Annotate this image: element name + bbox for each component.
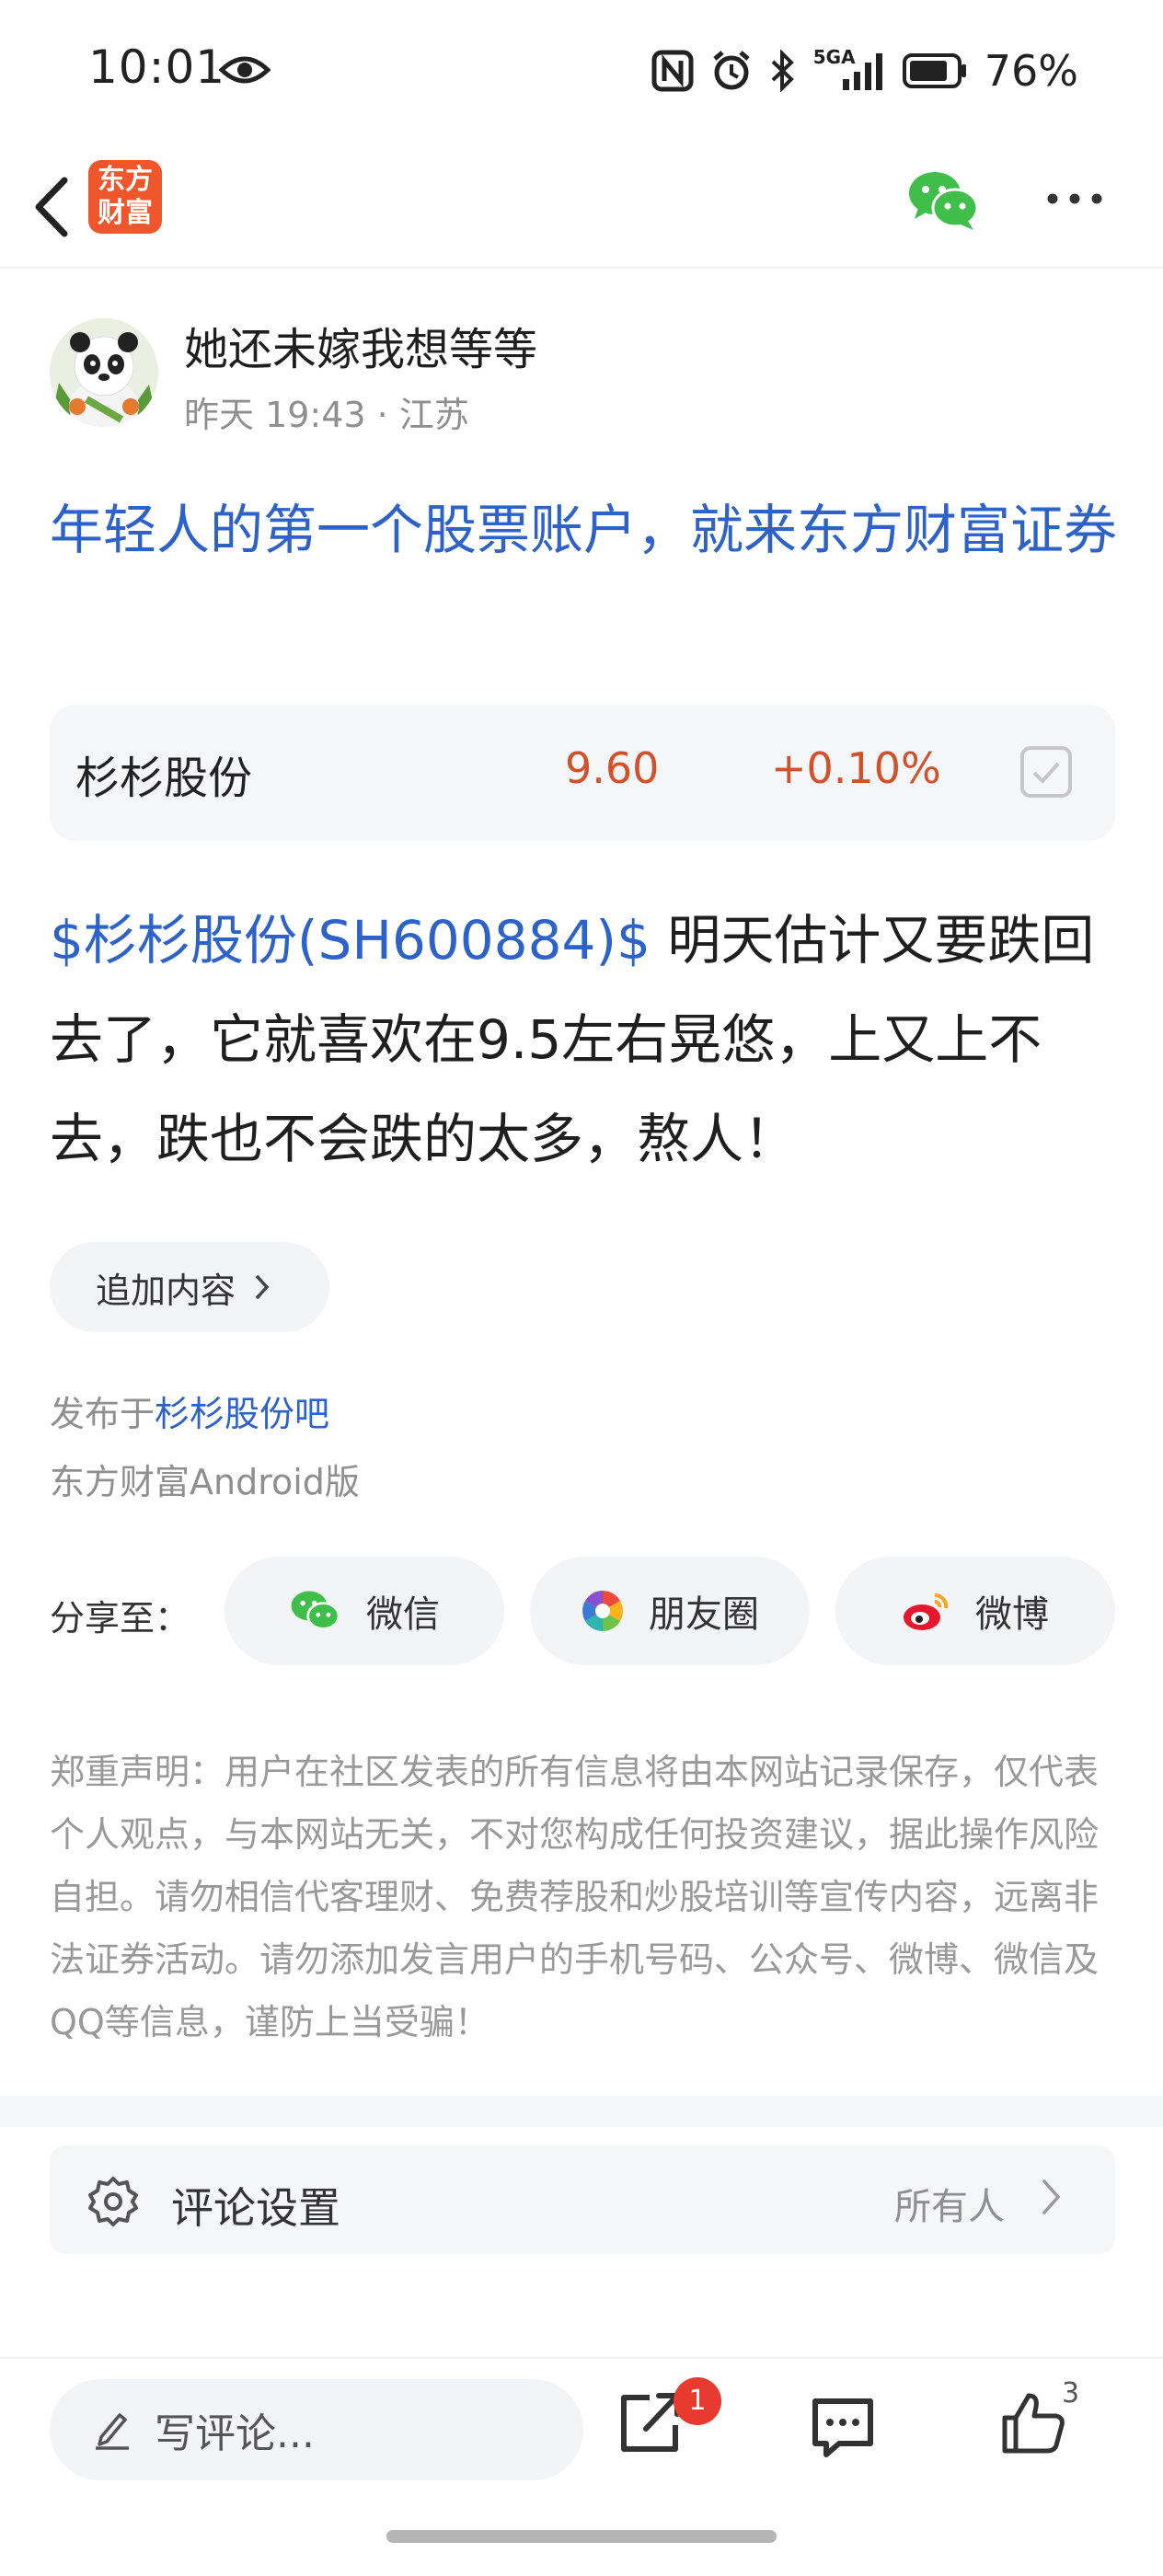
like-count: 3 [1062, 2377, 1080, 2409]
comment-input[interactable]: 写评论... [50, 2379, 583, 2480]
eastmoney-logo[interactable]: 东方 财富 [88, 160, 162, 234]
disclaimer: 郑重声明：用户在社区发表的所有信息将由本网站记录保存，仅代表个人观点，与本网站无… [50, 1752, 1100, 2042]
forum-link[interactable]: 杉杉股份吧 [155, 1394, 329, 1434]
bluetooth-icon [771, 50, 794, 92]
share-label: 分享至： [50, 1598, 190, 1639]
post-body: $杉杉股份(SH600884)$ 明天估计又要跌回去了，它就喜欢在9.5左右晃悠… [50, 891, 1123, 1189]
nfc-icon [651, 50, 694, 92]
client-source: 东方财富Android版 [50, 1462, 360, 1502]
post-meta: 昨天 19:43 · 江苏 [184, 395, 469, 435]
add-watchlist-checkbox-icon[interactable] [1019, 745, 1073, 799]
pencil-icon [96, 2413, 129, 2450]
wechat-icon[interactable] [907, 167, 981, 234]
home-indicator[interactable] [386, 2530, 777, 2543]
bottom-action-bar: 写评论... 1 3 [0, 2357, 1163, 2576]
more-options-icon[interactable] [1045, 191, 1104, 206]
wechat-icon [291, 1591, 340, 1630]
share-moments-label: 朋友圈 [649, 1593, 759, 1636]
moments-icon [582, 1591, 623, 1631]
comment-settings-row[interactable]: 评论设置 所有人 [50, 2145, 1115, 2254]
share-count-badge: 1 [674, 2377, 721, 2425]
share-wechat-button[interactable]: 微信 [225, 1557, 504, 1665]
stock-name: 杉杉股份 [75, 753, 253, 804]
status-bar: 10:01 5GA 76% [0, 0, 1163, 147]
share-weibo-button[interactable]: 微博 [835, 1557, 1115, 1665]
alarm-icon [713, 51, 750, 90]
stock-change: +0.10% [771, 743, 941, 793]
battery-percent: 76% [984, 46, 1078, 96]
logo-line-2: 财富 [98, 197, 153, 229]
chevron-right-icon [1042, 2179, 1061, 2215]
gear-icon [88, 2177, 138, 2226]
publish-prefix: 发布于 [50, 1394, 155, 1434]
post-title[interactable]: 年轻人的第一个股票账户，就来东方财富证券 [50, 488, 1117, 572]
share-wechat-label: 微信 [366, 1593, 440, 1636]
section-divider [0, 2096, 1163, 2127]
stock-tag-link[interactable]: $杉杉股份(SH600884)$ [50, 909, 651, 972]
stock-price: 9.60 [565, 743, 660, 793]
author-name[interactable]: 她还未嫁我想等等 [184, 313, 537, 377]
add-content-label: 追加内容 [96, 1270, 236, 1311]
top-nav: 东方 财富 [0, 147, 1163, 269]
logo-line-1: 东方 [98, 164, 153, 196]
stock-card[interactable]: 杉杉股份 9.60 +0.10% [50, 705, 1115, 841]
share-moments-button[interactable]: 朋友圈 [530, 1557, 810, 1665]
comment-placeholder: 写评论... [155, 2410, 315, 2457]
add-content-button[interactable]: 追加内容 [50, 1242, 329, 1332]
share-weibo-label: 微博 [975, 1593, 1049, 1636]
status-time: 10:01 [88, 40, 226, 94]
comment-icon[interactable] [810, 2396, 876, 2460]
signal-icon: 5GA [813, 46, 885, 92]
weibo-icon [904, 1593, 949, 1630]
eye-icon [219, 56, 271, 84]
battery-icon [902, 53, 966, 88]
published-in: 发布于杉杉股份吧 [50, 1386, 329, 1436]
back-arrow-icon[interactable] [26, 166, 81, 248]
comment-settings-value: 所有人 [894, 2186, 1005, 2228]
chevron-right-icon [255, 1274, 270, 1300]
comment-settings-label: 评论设置 [171, 2183, 340, 2233]
avatar[interactable] [50, 318, 158, 427]
status-icons: 5GA 76% [651, 46, 1078, 96]
thumbs-up-icon[interactable] [999, 2390, 1067, 2456]
